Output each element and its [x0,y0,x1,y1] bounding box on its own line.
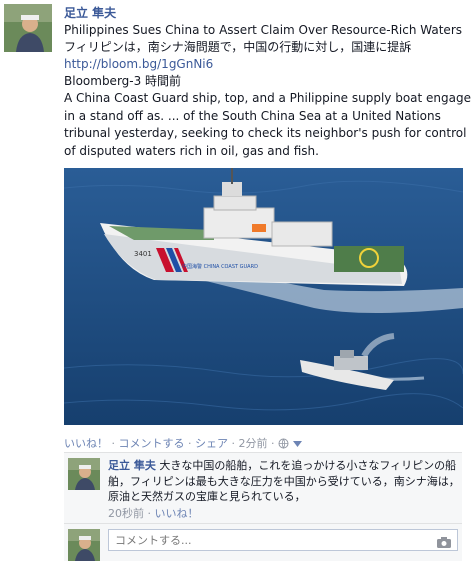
chevron-down-icon[interactable] [292,437,302,450]
comments-section: 足立 隼夫 大きな中国の船舶，これを追っかける小さなフィリピンの船舶，フィリピン… [64,452,462,561]
share-button[interactable]: シェア [195,437,228,450]
separator: · [188,437,192,450]
like-button[interactable]: いいね！ [64,437,108,450]
post-timestamp[interactable]: 2分前 [239,437,268,450]
comment-text: 大きな中国の船舶，これを追っかける小さなフィリピンの船舶，フィリピンは最も大きな… [108,459,460,503]
ship-name-label: 中国海警 CHINA COAST GUARD [182,263,258,270]
comment-body: 足立 隼夫 大きな中国の船舶，これを追っかける小さなフィリピンの船舶，フィリピン… [108,458,460,505]
separator: · [231,437,236,450]
post-body: Philippines Sues China to Assert Claim O… [64,22,472,160]
article-description: A China Coast Guard ship, top, and a Phi… [64,91,472,158]
divider [64,523,462,524]
author-name[interactable]: 足立 隼夫 [64,4,116,21]
my-avatar [68,529,100,561]
separator: · [111,437,116,450]
article-source: Bloomberg-3 時間前 [64,74,182,88]
headline-ja: フィリピンは，南シナ海問題で，中国の行動に対し，国連に提訴 [64,40,412,54]
camera-icon[interactable] [437,534,451,548]
hull-number: 3401 [134,250,152,258]
comment-timestamp[interactable]: 20秒前 [108,507,144,520]
comment-placeholder: コメントする... [115,534,192,547]
comment-button[interactable]: コメントする [119,437,185,450]
article-link[interactable]: http://bloom.bg/1gGnNi6 [64,56,472,73]
write-comment-input[interactable]: コメントする... [108,529,458,551]
news-feed-post: 足立 隼夫 Philippines Sues China to Assert C… [0,0,476,562]
comment-meta: 20秒前 · いいね！ [108,505,199,521]
post-actions: いいね！ · コメントする · シェア · 2分前 · [64,435,302,452]
separator: · [147,507,152,520]
coast-guard-photo[interactable]: 3401 中国海警 CHINA COAST GUARD [64,168,463,425]
comment-like-button[interactable]: いいね！ [155,507,199,520]
comment-author[interactable]: 足立 隼夫 [108,459,156,472]
globe-icon[interactable] [278,438,289,452]
separator: · [271,437,275,450]
author-avatar[interactable] [4,4,52,52]
commenter-avatar[interactable] [68,458,100,490]
headline-en: Philippines Sues China to Assert Claim O… [64,23,462,37]
